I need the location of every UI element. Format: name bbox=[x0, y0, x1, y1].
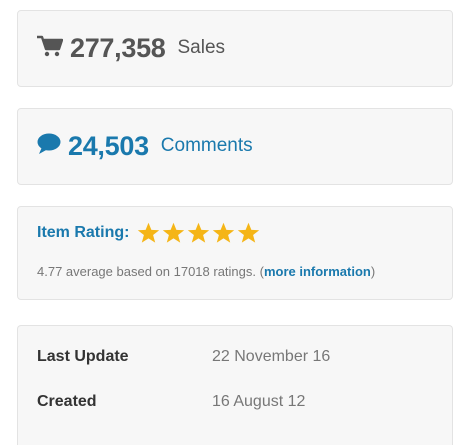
created-value: 16 August 12 bbox=[212, 393, 306, 410]
star-rating bbox=[137, 222, 260, 244]
star-icon bbox=[188, 222, 210, 243]
rating-summary: 4.77 average based on 17018 ratings. (mo… bbox=[37, 264, 375, 279]
sales-label: Sales bbox=[177, 36, 226, 58]
star-icon bbox=[163, 222, 185, 243]
rating-title: Item Rating: bbox=[37, 224, 130, 241]
rating-header: Item Rating: bbox=[37, 222, 260, 244]
created-label: Created bbox=[37, 393, 97, 410]
comments-stat: 24,503 Comments bbox=[37, 109, 253, 184]
item-rating-box: Item Rating: 4.77 average based on 17018… bbox=[17, 206, 453, 300]
sales-stat-box: 277,358 Sales bbox=[17, 10, 453, 87]
comments-label[interactable]: Comments bbox=[161, 135, 253, 157]
sales-stat: 277,358 Sales bbox=[37, 11, 225, 86]
star-icon bbox=[238, 222, 260, 243]
sales-count: 277,358 bbox=[70, 33, 166, 63]
comments-count: 24,503 bbox=[68, 131, 149, 161]
speech-bubble-icon bbox=[37, 133, 61, 160]
last-update-value: 22 November 16 bbox=[212, 348, 331, 365]
cart-icon bbox=[37, 35, 64, 62]
star-icon bbox=[213, 222, 235, 243]
item-meta-box: Last Update 22 November 16 Created 16 Au… bbox=[17, 325, 453, 445]
more-information-link[interactable]: more information bbox=[264, 264, 371, 279]
star-icon bbox=[138, 222, 160, 243]
rating-summary-suffix: ) bbox=[370, 264, 376, 279]
last-update-label: Last Update bbox=[37, 348, 129, 365]
rating-summary-prefix: 4.77 average based on 17018 ratings. ( bbox=[37, 264, 264, 279]
comments-stat-box: 24,503 Comments bbox=[17, 108, 453, 185]
